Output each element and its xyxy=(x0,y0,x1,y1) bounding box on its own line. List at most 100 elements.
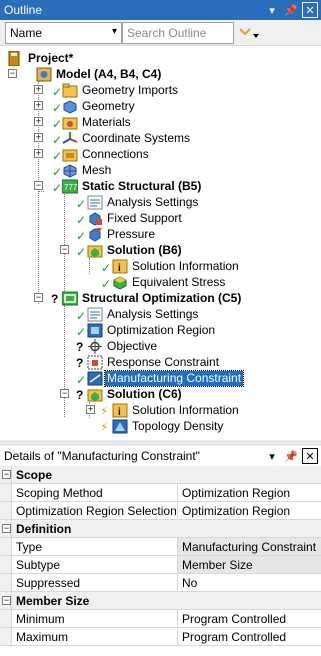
tree-item-project[interactable]: Project* xyxy=(8,50,75,66)
expand-connections[interactable]: + xyxy=(34,149,43,158)
tree-item-solution-c6[interactable]: Solution (C6) xyxy=(87,386,184,402)
search-input[interactable]: Search Outline xyxy=(122,22,234,44)
details-group-scope[interactable]: − Scope xyxy=(0,466,321,484)
lightning-icon: ⚡ xyxy=(100,404,109,418)
details-row[interactable]: Suppressed No xyxy=(0,574,321,592)
tree-item-manufacturing-constraint[interactable]: Manufacturing Constraint xyxy=(87,369,245,387)
check-icon: ✓ xyxy=(101,261,112,275)
analysis-settings-icon xyxy=(87,195,103,210)
name-filter-value: Name xyxy=(10,26,43,40)
optimization-region-icon xyxy=(87,323,103,338)
check-icon: ✓ xyxy=(52,85,63,99)
fixed-support-icon xyxy=(87,211,103,226)
svg-text:i: i xyxy=(118,407,121,418)
check-icon: ✓ xyxy=(52,133,63,147)
tree-item-coordinate-systems[interactable]: Coordinate Systems xyxy=(62,130,192,146)
connections-icon xyxy=(62,147,78,162)
question-icon: ? xyxy=(76,340,84,354)
details-row[interactable]: Type Manufacturing Constraint xyxy=(0,538,321,556)
tree-item-solution-information-2[interactable]: i Solution Information xyxy=(112,402,241,418)
outline-tree: Project* − Model (A4, B4, C4) + ✓ Geomet… xyxy=(0,47,321,440)
tree-item-topology-density[interactable]: Topology Density xyxy=(112,418,225,434)
model-icon xyxy=(36,67,52,82)
tree-item-geometry[interactable]: Geometry xyxy=(62,98,137,114)
tree-item-fixed-support[interactable]: Fixed Support xyxy=(87,210,184,226)
check-icon: ✓ xyxy=(76,373,87,387)
details-row[interactable]: Minimum Program Controlled xyxy=(0,610,321,628)
tree-item-connections[interactable]: Connections xyxy=(62,146,151,162)
expand-geometry[interactable]: + xyxy=(34,101,43,110)
svg-text:i: i xyxy=(118,263,121,274)
details-row[interactable]: Optimization Region Selection Optimizati… xyxy=(0,502,321,520)
pressure-icon xyxy=(87,227,103,242)
pin-icon[interactable]: 📌 xyxy=(283,448,299,464)
objective-icon xyxy=(87,338,103,354)
tree-item-mesh[interactable]: Mesh xyxy=(62,162,113,178)
tree-item-solution-b6[interactable]: Solution (B6) xyxy=(87,242,184,258)
solution-icon xyxy=(87,387,103,402)
tree-item-analysis-settings[interactable]: Analysis Settings xyxy=(87,194,200,210)
tree-item-structural-optimization[interactable]: Structural Optimization (C5) xyxy=(61,290,243,306)
collapse-structural-optimization[interactable]: − xyxy=(34,293,43,302)
dropdown-icon[interactable]: ▾ xyxy=(264,448,280,464)
tree-item-model[interactable]: Model (A4, B4, C4) xyxy=(36,66,163,82)
check-icon: ✓ xyxy=(76,325,87,339)
question-icon: ? xyxy=(76,356,84,370)
collapse-solution-b6[interactable]: − xyxy=(60,245,69,254)
check-icon: ✓ xyxy=(76,197,87,211)
expand-materials[interactable]: + xyxy=(34,117,43,126)
solution-icon xyxy=(87,243,103,258)
check-icon: ✓ xyxy=(52,101,63,115)
expand-geometry-imports[interactable]: + xyxy=(34,85,43,94)
details-row[interactable]: Maximum Program Controlled xyxy=(0,628,321,646)
tree-item-analysis-settings-2[interactable]: Analysis Settings xyxy=(87,306,200,322)
tree-item-pressure[interactable]: Pressure xyxy=(87,226,157,242)
analysis-settings-icon xyxy=(87,307,103,322)
expand-solution-information[interactable]: + xyxy=(86,405,95,414)
details-group-member-size[interactable]: − Member Size xyxy=(0,592,321,610)
collapse-icon[interactable]: − xyxy=(2,596,11,605)
materials-icon xyxy=(62,115,78,130)
collapse-solution-c6[interactable]: − xyxy=(60,389,69,398)
solution-information-icon: i xyxy=(112,259,128,274)
topology-density-icon xyxy=(112,419,128,434)
tree-item-solution-information[interactable]: i Solution Information xyxy=(112,258,241,274)
tree-item-static-structural[interactable]: 777 Static Structural (B5) xyxy=(61,178,203,194)
name-filter-select[interactable]: Name ▾ xyxy=(5,22,122,44)
folder-icon xyxy=(62,83,78,98)
dropdown-icon[interactable]: ▾ xyxy=(264,2,280,18)
tree-item-geometry-imports[interactable]: Geometry Imports xyxy=(62,82,180,98)
details-row[interactable]: Scoping Method Optimization Region xyxy=(0,484,321,502)
outline-filter-bar: Name ▾ Search Outline xyxy=(0,20,321,46)
response-constraint-icon xyxy=(87,355,103,370)
details-row[interactable]: Subtype Member Size xyxy=(0,556,321,574)
tree-item-objective[interactable]: Objective xyxy=(87,338,159,354)
collapse-icon[interactable]: − xyxy=(2,524,11,533)
details-title: Details of "Manufacturing Constraint" xyxy=(4,449,200,463)
close-icon[interactable]: ✕ xyxy=(302,2,318,18)
close-icon[interactable]: ✕ xyxy=(302,448,318,464)
collapse-static-structural[interactable]: − xyxy=(34,181,43,190)
coordinate-systems-icon xyxy=(62,131,78,146)
tree-item-equivalent-stress[interactable]: Equivalent Stress xyxy=(112,274,227,290)
collapse-icon[interactable]: − xyxy=(2,470,11,479)
geometry-icon xyxy=(62,99,78,114)
check-icon: ✓ xyxy=(52,181,63,195)
check-icon: ✓ xyxy=(52,149,63,163)
svg-text:777: 777 xyxy=(64,183,78,192)
collapse-model[interactable]: − xyxy=(8,69,17,78)
question-icon: ? xyxy=(76,388,84,402)
search-options-button[interactable] xyxy=(238,22,264,44)
expand-coordinate-systems[interactable]: + xyxy=(34,133,43,142)
question-icon: ? xyxy=(51,292,59,306)
tree-item-materials[interactable]: Materials xyxy=(62,114,133,130)
search-placeholder: Search Outline xyxy=(127,26,207,40)
check-icon: ✓ xyxy=(76,245,87,259)
details-group-definition[interactable]: − Definition xyxy=(0,520,321,538)
check-icon: ✓ xyxy=(76,229,87,243)
pin-icon[interactable]: 📌 xyxy=(283,2,299,18)
tree-item-optimization-region[interactable]: Optimization Region xyxy=(87,322,217,338)
lightning-icon: ⚡ xyxy=(100,420,109,434)
tree-item-response-constraint[interactable]: Response Constraint xyxy=(87,354,221,370)
project-icon xyxy=(8,50,24,66)
